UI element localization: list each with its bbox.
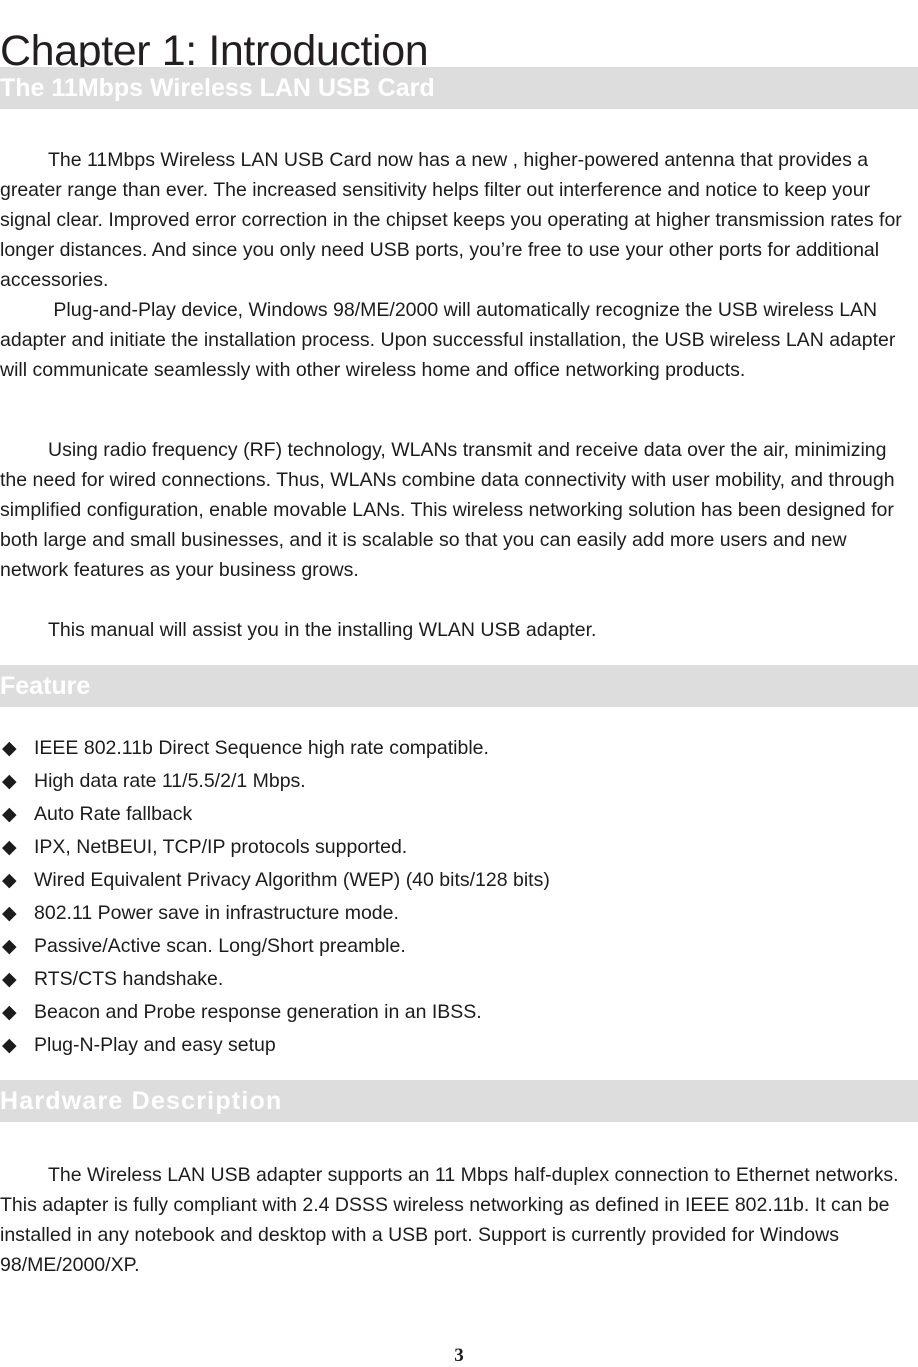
section-heading-feature: Feature (0, 665, 918, 707)
section-heading-hardware: Hardware Description (0, 1080, 918, 1122)
diamond-bullet-icon: ◆ (2, 1002, 17, 1023)
section-heading-card-label: The 11Mbps Wireless LAN USB Card (0, 73, 435, 102)
diamond-bullet-icon: ◆ (2, 969, 17, 990)
feature-item-label: Auto Rate fallback (34, 803, 193, 825)
paragraph-card-1: The 11Mbps Wireless LAN USB Card now has… (0, 145, 918, 295)
list-item: ◆ High data rate 11/5.5/2/1 Mbps. (0, 765, 918, 798)
feature-item-label: High data rate 11/5.5/2/1 Mbps. (34, 770, 306, 792)
diamond-bullet-icon: ◆ (2, 870, 17, 891)
page-number: 3 (454, 1345, 464, 1366)
feature-item-label: RTS/CTS handshake. (34, 968, 224, 990)
diamond-bullet-icon: ◆ (2, 771, 17, 792)
list-item: ◆ Wired Equivalent Privacy Algorithm (WEP… (0, 864, 918, 897)
feature-item-label: IPX, NetBEUI, TCP/IP protocols supported… (34, 836, 408, 858)
feature-item-label: IEEE 802.11b Direct Sequence high rate c… (34, 737, 489, 759)
paragraph-card-2-text: Plug-and-Play device, Windows 98/ME/2000… (0, 298, 896, 381)
list-item: ◆ IEEE 802.11b Direct Sequence high rate… (0, 732, 918, 765)
list-item: ◆ Auto Rate fallback (0, 798, 918, 831)
paragraph-card-3: Using radio frequency (RF) technology, W… (0, 435, 918, 585)
list-item: ◆ 802.11 Power save in infrastructure mod… (0, 897, 918, 930)
paragraph-card-2: Plug-and-Play device, Windows 98/ME/2000… (0, 295, 918, 385)
diamond-bullet-icon: ◆ (2, 1035, 17, 1056)
feature-item-label: Beacon and Probe response generation in … (34, 1001, 482, 1023)
paragraph-card-4: This manual will assist you in the insta… (0, 615, 918, 645)
list-item: ◆ Beacon and Probe response generation in… (0, 996, 918, 1029)
paragraph-hardware-1-text: The Wireless LAN USB adapter supports an… (0, 1163, 899, 1276)
feature-item-label: Passive/Active scan. Long/Short preamble… (34, 935, 406, 957)
feature-item-label: 802.11 Power save in infrastructure mode… (34, 902, 399, 924)
list-item: ◆ Plug-N-Play and easy setup (0, 1029, 918, 1062)
section-heading-hardware-label: Hardware Description (0, 1086, 283, 1115)
section-heading-card: The 11Mbps Wireless LAN USB Card (0, 67, 918, 109)
document-page: Chapter 1: Introduction The 11Mbps Wirel… (0, 0, 918, 1367)
diamond-bullet-icon: ◆ (2, 804, 17, 825)
paragraph-card-1-text: The 11Mbps Wireless LAN USB Card now has… (0, 148, 902, 291)
diamond-bullet-icon: ◆ (2, 837, 17, 858)
paragraph-card-3-text: Using radio frequency (RF) technology, W… (0, 438, 895, 581)
feature-item-label: Plug-N-Play and easy setup (34, 1034, 276, 1056)
feature-list: ◆ IEEE 802.11b Direct Sequence high rate… (0, 732, 918, 1062)
list-item: ◆ Passive/Active scan. Long/Short preambl… (0, 930, 918, 963)
paragraph-hardware-1: The Wireless LAN USB adapter supports an… (0, 1160, 918, 1280)
diamond-bullet-icon: ◆ (2, 903, 17, 924)
diamond-bullet-icon: ◆ (2, 738, 17, 759)
section-heading-feature-label: Feature (0, 671, 91, 700)
paragraph-card-4-text: This manual will assist you in the insta… (48, 618, 597, 641)
diamond-bullet-icon: ◆ (2, 936, 17, 957)
list-item: ◆ IPX, NetBEUI, TCP/IP protocols supporte… (0, 831, 918, 864)
list-item: ◆ RTS/CTS handshake. (0, 963, 918, 996)
feature-item-label: Wired Equivalent Privacy Algorithm (WEP)… (34, 869, 550, 891)
